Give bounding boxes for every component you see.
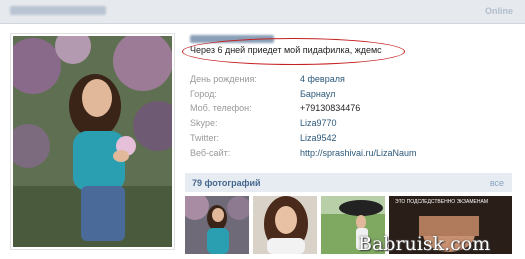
city-link[interactable]: Барнаул (300, 89, 335, 99)
twitter-link[interactable]: Liza9542 (300, 133, 337, 143)
online-indicator: Online (484, 6, 513, 16)
photos-title-link[interactable]: 79 фотографий (192, 178, 261, 188)
info-label: Twitter: (190, 133, 220, 143)
photos-all-link[interactable]: все (490, 178, 504, 188)
info-label: Город: (190, 89, 217, 99)
info-label: Skype: (190, 118, 218, 128)
profile-photo[interactable] (13, 36, 172, 247)
info-label: Моб. телефон: (190, 103, 252, 113)
website-link[interactable]: http://sprashivai.ru/LizaNaum (300, 148, 417, 158)
photo-thumb-caption: ЭТО ПОДСЛЕДСТВЕННО ЭКЗАМЕНАМ (395, 199, 488, 205)
phone-value: +79130834476 (300, 103, 361, 113)
photo-thumb[interactable] (185, 196, 249, 254)
profile-topbar: Online (0, 0, 525, 24)
site-watermark: Babruisk.com (358, 233, 491, 255)
profile-status[interactable]: Через 6 дней приедет мой пидафилка, ждем… (190, 45, 382, 55)
info-label: Веб-сайт: (190, 148, 231, 158)
photo-thumb[interactable] (253, 196, 317, 254)
avatar-frame[interactable] (10, 33, 175, 250)
info-label: День рождения: (190, 74, 257, 84)
birthday-link[interactable]: 4 февраля (300, 74, 345, 84)
photos-header: 79 фотографий все (185, 173, 512, 192)
owner-name-blurred (10, 6, 106, 15)
skype-link[interactable]: Liza9770 (300, 118, 337, 128)
